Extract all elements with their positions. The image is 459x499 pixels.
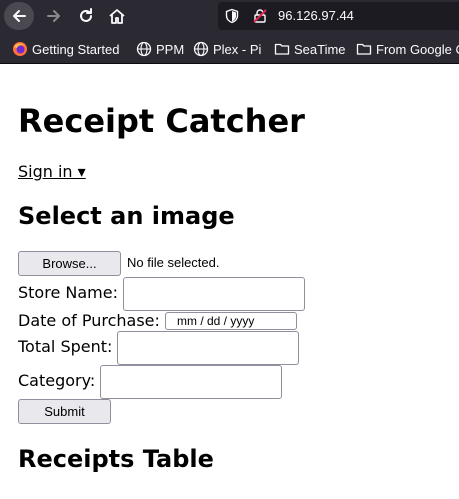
total-spent-label: Total Spent: xyxy=(18,337,113,356)
file-status: No file selected. xyxy=(127,255,220,270)
bookmarks-bar: Getting Started PPM Plex - Pi SeaTime Fr… xyxy=(0,32,459,64)
bookmark-ppm[interactable]: PPM xyxy=(136,40,184,58)
bookmark-getting-started[interactable]: Getting Started xyxy=(12,40,119,58)
back-arrow-icon xyxy=(4,2,34,30)
folder-icon xyxy=(274,43,290,55)
shield-icon[interactable] xyxy=(224,8,240,28)
total-spent-input[interactable] xyxy=(117,331,299,365)
store-name-input[interactable] xyxy=(123,277,305,311)
insecure-lock-icon[interactable] xyxy=(252,8,268,28)
folder-icon xyxy=(356,43,372,55)
browser-toolbar: 96.126.97.44 xyxy=(0,0,459,32)
upload-heading: Select an image xyxy=(18,202,235,230)
globe-icon xyxy=(136,41,152,57)
firefox-icon xyxy=(13,42,27,56)
page-content: Receipt Catcher Sign in ▾ Select an imag… xyxy=(0,65,459,499)
home-icon xyxy=(109,9,125,24)
url-bar[interactable]: 96.126.97.44 xyxy=(218,2,459,30)
category-input[interactable] xyxy=(100,365,282,399)
receipts-table-heading: Receipts Table xyxy=(18,445,214,473)
bookmark-label: Getting Started xyxy=(32,41,120,57)
back-button[interactable] xyxy=(4,2,34,30)
date-label: Date of Purchase: xyxy=(18,311,160,330)
reload-icon xyxy=(80,8,92,22)
bookmark-label: Plex - Pi xyxy=(213,41,262,57)
url-text: 96.126.97.44 xyxy=(278,8,354,23)
forward-button[interactable] xyxy=(39,2,69,30)
bookmark-folder-seatime[interactable]: SeaTime xyxy=(274,40,346,58)
page-title: Receipt Catcher xyxy=(18,102,305,140)
bookmark-label: PPM xyxy=(156,41,185,57)
reload-button[interactable] xyxy=(71,2,101,30)
globe-icon xyxy=(193,41,209,57)
browse-button[interactable]: Browse... xyxy=(18,251,121,276)
bookmark-plex-pi[interactable]: Plex - Pi xyxy=(193,40,261,58)
bookmark-folder-from-google[interactable]: From Google C xyxy=(356,40,459,58)
category-label: Category: xyxy=(18,371,96,390)
date-input[interactable]: mm / dd / yyyy xyxy=(165,312,297,330)
bookmark-label: From Google C xyxy=(376,41,459,57)
bookmark-label: SeaTime xyxy=(294,41,346,57)
sign-in-link[interactable]: Sign in ▾ xyxy=(18,162,86,182)
store-name-label: Store Name: xyxy=(18,283,118,302)
home-button[interactable] xyxy=(102,2,132,30)
submit-button[interactable]: Submit xyxy=(18,399,111,424)
forward-arrow-icon xyxy=(47,10,60,22)
